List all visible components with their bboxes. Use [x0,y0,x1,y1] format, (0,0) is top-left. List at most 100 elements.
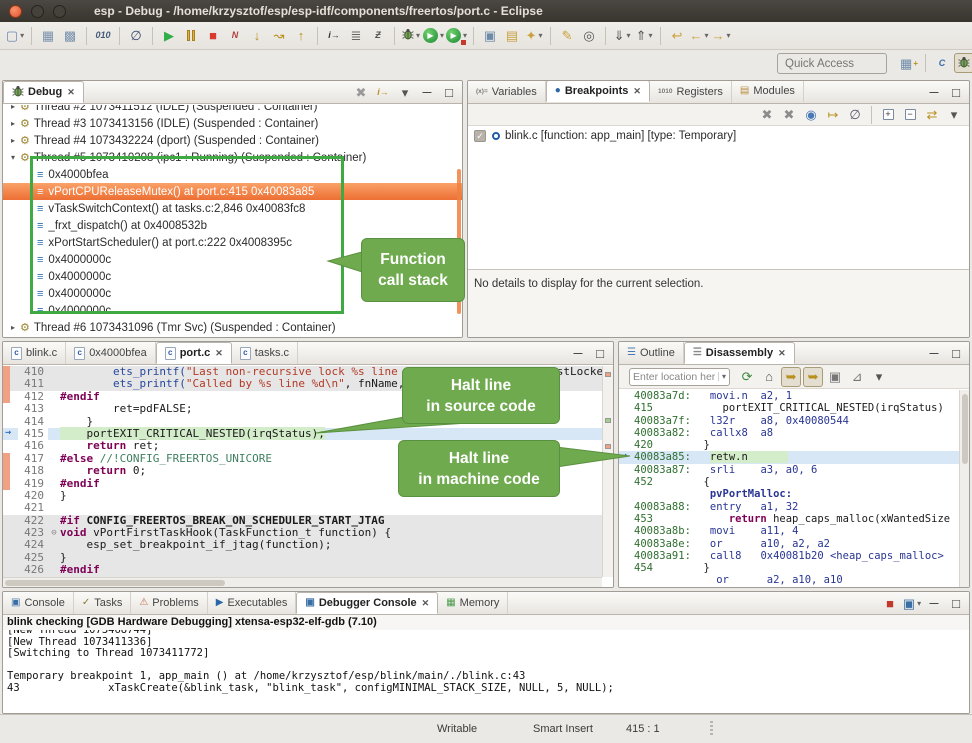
window-minimize-button[interactable] [31,5,44,18]
thread-row[interactable]: ▸⚙Thread #6 1073431096 (Tmr Svc) (Suspen… [3,319,462,336]
debug-perspective-icon[interactable] [954,53,972,73]
save-all-icon[interactable]: ▩ [60,26,80,46]
disassembly-row[interactable]: or a2, a10, a10 [619,574,959,586]
debug-tab-debug[interactable]: Debug✕ [3,81,84,103]
minimize-view-icon[interactable]: — [568,343,588,363]
stack-frame-row[interactable]: ≡_frxt_dispatch() at 0x4008532b [3,217,462,234]
disassembly-row[interactable]: 40083a8e: or a10, a2, a2 [619,538,959,550]
disassembly-listing[interactable]: 40083a7d: movi.n a2, 1415 portEXIT_CRITI… [619,390,959,587]
remove-console-icon[interactable]: ■ [880,593,900,613]
new-wizard-icon[interactable]: ▢▾ [5,26,25,46]
remove-breakpoint-icon[interactable]: ✖ [757,105,777,125]
disconnect-icon[interactable]: N [225,26,245,46]
breakpoint-row[interactable]: ✓ blink.c [function: app_main] [type: Te… [468,126,969,145]
debug-launch-icon[interactable]: ▾ [401,26,421,46]
disassembly-row[interactable]: 40083a88: entry a1, 32 [619,501,959,513]
next-annotation-icon[interactable]: ⇓▾ [612,26,632,46]
top-right-tab-modules[interactable]: ▤Modules [732,80,804,102]
close-tab-icon[interactable]: ✕ [778,348,786,359]
console-tab-executables[interactable]: ▶Executables [208,592,297,614]
stack-frame-row[interactable]: ≡vPortCPUReleaseMutex() at port.c:415 0x… [3,183,462,200]
thread-row[interactable]: ▸⚙Thread #2 1073411512 (IDLE) (Suspended… [3,105,462,115]
line-number[interactable]: 424 [18,539,48,551]
stack-frame-row[interactable]: ≡0x4000000c [3,268,462,285]
stack-frame-row[interactable]: ≡0x4000000c [3,302,462,319]
editor-tab-tasks-c[interactable]: ctasks.c [232,342,298,364]
maximize-view-icon[interactable]: □ [590,343,610,363]
view-menu-icon[interactable]: ▾ [869,367,889,387]
maximize-view-icon[interactable]: □ [439,82,459,102]
binary-view-icon[interactable]: 010 [93,26,113,46]
code-line-426[interactable]: 426#endif [3,564,613,576]
editor-tab-0x4000bfea[interactable]: c0x4000bfea [66,342,156,364]
open-perspective-icon[interactable]: ▦+ [899,53,919,73]
last-edit-location-icon[interactable]: ↩ [667,26,687,46]
disassembly-row[interactable]: 454 } [619,562,959,574]
collapse-all-icon[interactable]: − [900,105,920,125]
maximize-view-icon[interactable]: □ [946,82,966,102]
resume-icon[interactable]: ▶ [159,26,179,46]
instruction-stepping-icon[interactable]: i→ [324,26,344,46]
minimize-view-icon[interactable]: — [924,82,944,102]
home-icon[interactable]: ⌂ [759,367,779,387]
top-right-tab-registers[interactable]: 1010Registers [650,81,732,103]
code-line-419[interactable]: 419#endif [3,478,613,490]
stack-frame-row[interactable]: ≡0x4000000c [3,251,462,268]
step-into-icon[interactable]: ↓ [247,26,267,46]
stack-frame-row[interactable]: ≡0x4000000c [3,285,462,302]
top-right-tab-breakpoints[interactable]: ●Breakpoints✕ [546,80,650,102]
new-project-icon[interactable]: ▣ [480,26,500,46]
terminate-icon[interactable]: ■ [203,26,223,46]
skip-all-breakpoints-toggle[interactable]: ∅ [845,105,865,125]
combo-dropdown-icon[interactable]: ▾ [718,372,729,381]
show-breakpoints-for-selected-icon[interactable]: ◉ [801,105,821,125]
console-tab-tasks[interactable]: ✓Tasks [74,592,132,614]
disassembly-row[interactable]: 452 { [619,476,959,488]
external-tools-icon[interactable]: ▶▾ [446,26,467,46]
forward-icon[interactable]: →▾ [711,26,731,46]
editor-horizontal-scrollbar[interactable] [3,577,602,587]
sync-selection-toggle[interactable]: ➥ [803,367,823,387]
location-combo[interactable]: ▾ [629,368,730,386]
go-to-file-icon[interactable]: ↦ [823,105,843,125]
use-step-filters-icon[interactable]: Ƶ [368,26,388,46]
back-icon[interactable]: ←▾ [689,26,709,46]
location-input[interactable] [630,371,718,383]
line-number[interactable]: 413 [18,403,48,415]
disassembly-row[interactable]: 415 portEXIT_CRITICAL_NESTED(irqStatus) [619,402,959,414]
code-line-424[interactable]: 424 esp_set_breakpoint_if_jtag(function)… [3,539,613,551]
disassembly-row[interactable]: 40083a8b: movi a11, 4 [619,525,959,537]
pin-view-icon[interactable]: ⊿ [847,367,867,387]
code-line-420[interactable]: 420} [3,490,613,502]
expand-all-icon[interactable]: + [878,105,898,125]
quick-access-input[interactable] [777,53,887,74]
minimize-view-icon[interactable]: — [924,593,944,613]
console-tab-debugger-console[interactable]: ▣Debugger Console✕ [296,592,438,614]
disassembly-row[interactable]: →40083a85: retw.n [619,451,959,463]
line-number[interactable]: 421 [18,502,48,514]
link-with-debug-view-icon[interactable]: ⇄ [922,105,942,125]
line-number[interactable]: 426 [18,564,48,576]
display-console-icon[interactable]: ▣▾ [902,593,922,613]
disassembly-row[interactable]: 420 } [619,439,959,451]
minimize-view-icon[interactable]: — [417,82,437,102]
debugger-console-output[interactable]: [New Thread 1073468744][New Thread 10734… [3,630,969,713]
line-number[interactable]: 418 [18,465,48,477]
window-maximize-button[interactable] [53,5,66,18]
follow-pc-toggle[interactable]: ➥ [781,367,801,387]
skip-all-breakpoints-icon[interactable]: ∅ [126,26,146,46]
console-tab-problems[interactable]: ⚠Problems [131,592,207,614]
open-element-icon[interactable]: ◎ [579,26,599,46]
view-menu-icon[interactable]: ▾ [944,105,964,125]
console-tab-memory[interactable]: ▦Memory [438,592,508,614]
thread-row[interactable]: ▾⚙Thread #5 1073410208 (ipc1 : Running) … [3,149,462,166]
close-tab-icon[interactable]: ✕ [67,87,75,98]
view-menu-icon[interactable]: ▾ [395,82,415,102]
remove-all-terminated-icon[interactable]: ✖ [351,82,371,102]
close-tab-icon[interactable]: ✕ [215,348,223,359]
disassembly-row[interactable]: 40083a91: call8 0x40081b20 <heap_caps_ma… [619,550,959,562]
code-line-413[interactable]: 413 ret=pdFALSE; [3,403,613,415]
mark-occurrences-icon[interactable]: ✎ [557,26,577,46]
open-new-view-icon[interactable]: ▣ [825,367,845,387]
source-code-editor[interactable]: 410 ets_printf("Last non-recursive lock … [3,366,613,587]
